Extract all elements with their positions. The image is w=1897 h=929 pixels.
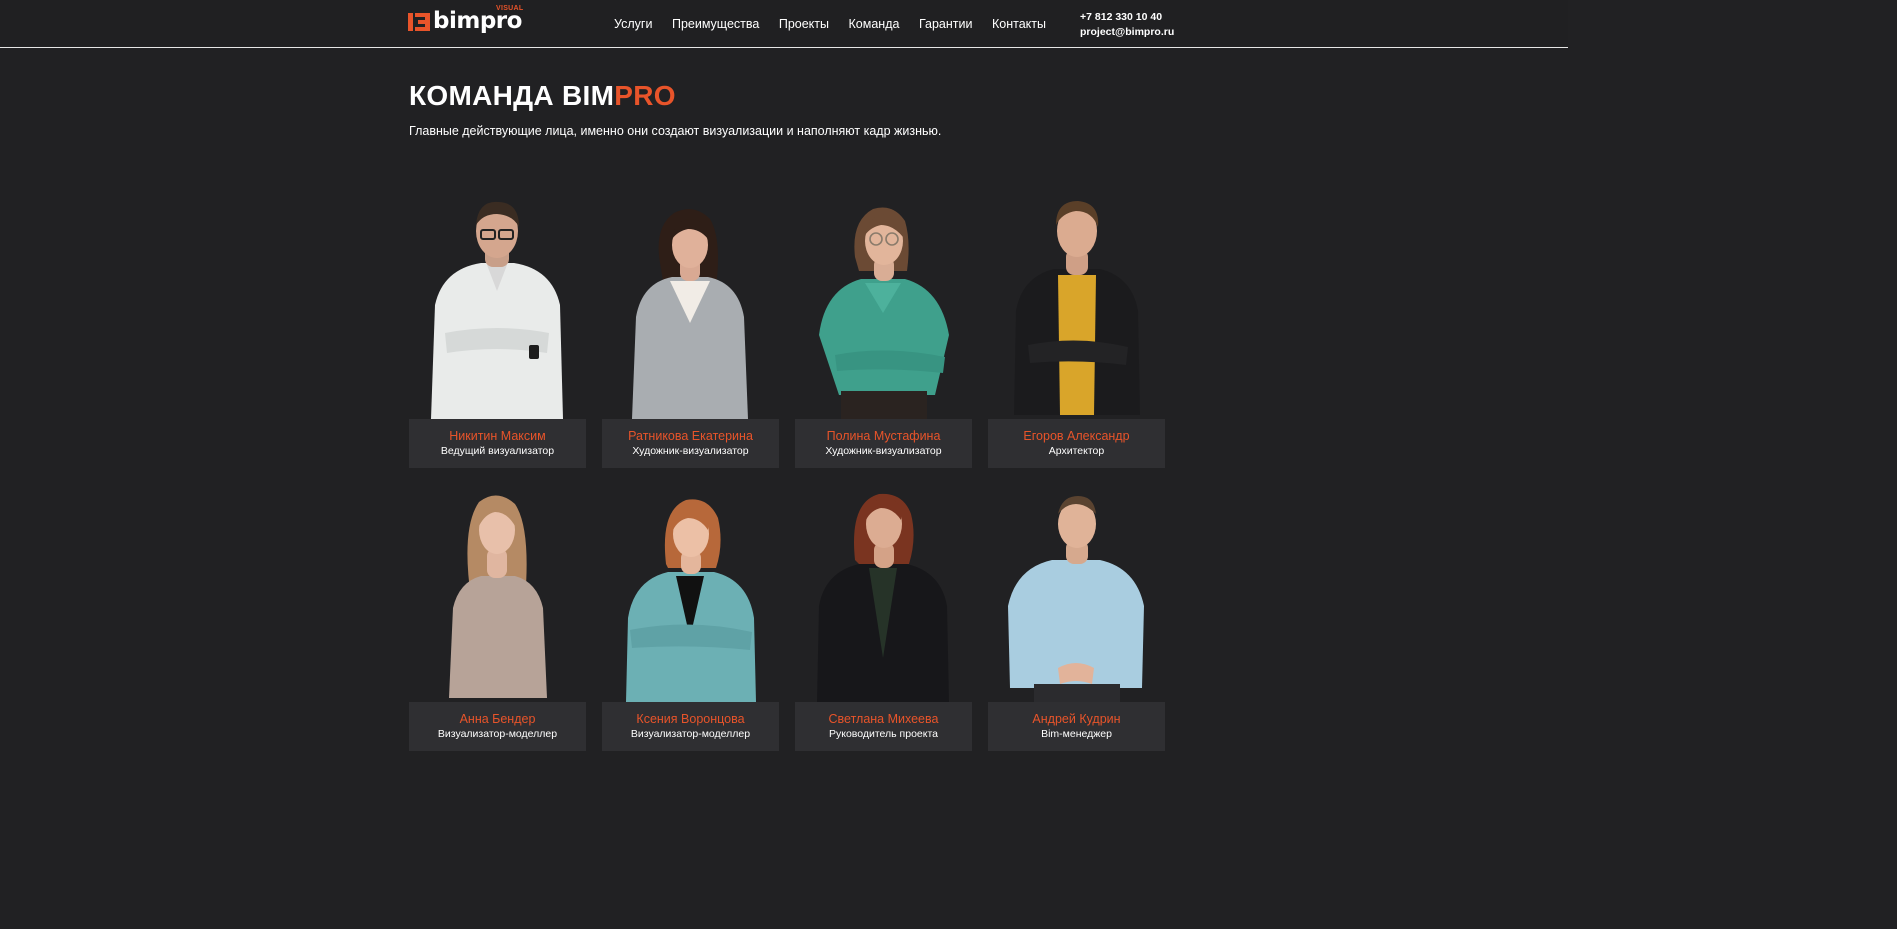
nav-link-advantages[interactable]: Преимущества — [672, 17, 759, 31]
person-name: Полина Мустафина — [826, 429, 941, 443]
person-info-plate: Ксения Воронцова Визуализатор-моделлер — [602, 702, 779, 751]
person-name: Анна Бендер — [459, 712, 536, 726]
person-role: Bim-менеджер — [1041, 728, 1112, 740]
person-name: Никитин Максим — [449, 429, 546, 443]
person-name: Ратникова Екатерина — [628, 429, 753, 443]
person-photo — [409, 195, 586, 419]
nav-link-projects[interactable]: Проекты — [779, 17, 829, 31]
person-role: Художник-визуализатор — [825, 445, 942, 457]
section-title-accent: PRO — [614, 80, 676, 111]
person-name: Светлана Михеева — [828, 712, 939, 726]
person-photo — [409, 488, 586, 702]
main-nav: Услуги Преимущества Проекты Команда Гара… — [614, 17, 1065, 31]
person-role: Визуализатор-моделлер — [630, 728, 751, 740]
person-photo — [988, 488, 1165, 702]
person-role: Архитектор — [1048, 445, 1105, 457]
person-name: Егоров Александр — [1023, 429, 1130, 443]
person-info-plate: Полина Мустафина Художник-визуализатор — [795, 419, 972, 468]
person-name: Андрей Кудрин — [1032, 712, 1121, 726]
logo-mark-icon — [408, 13, 430, 31]
logo-superscript: VISUAL — [496, 5, 524, 12]
header-contacts: +7 812 330 10 40 project@bimpro.ru — [1080, 10, 1174, 40]
person-info-plate: Егоров Александр Архитектор — [988, 419, 1165, 468]
section-title-main: КОМАНДА BIM — [409, 80, 615, 111]
person-role: Руководитель проекта — [828, 728, 938, 740]
person-info-plate: Никитин Максим Ведущий визуализатор — [409, 419, 586, 468]
section-title: КОМАНДА BIMPRO — [409, 79, 676, 113]
nav-link-guarantees[interactable]: Гарантии — [919, 17, 973, 31]
person-info-plate: Анна Бендер Визуализатор-моделлер — [409, 702, 586, 751]
person-info-plate: Светлана Михеева Руководитель проекта — [795, 702, 972, 751]
person-role: Ведущий визуализатор — [440, 445, 555, 457]
person-photo — [602, 195, 779, 419]
phone-link[interactable]: +7 812 330 10 40 — [1080, 10, 1174, 25]
person-name: Ксения Воронцова — [636, 712, 745, 726]
person-photo — [795, 195, 972, 419]
person-info-plate: Андрей Кудрин Bim-менеджер — [988, 702, 1165, 751]
bimpro-logo[interactable]: bimpro VISUAL — [408, 5, 523, 35]
person-role: Визуализатор-моделлер — [437, 728, 558, 740]
person-photo — [795, 488, 972, 702]
section-subtitle: Главные действующие лица, именно они соз… — [409, 124, 942, 138]
person-photo — [988, 195, 1165, 419]
email-link[interactable]: project@bimpro.ru — [1080, 25, 1174, 40]
nav-link-team[interactable]: Команда — [849, 17, 900, 31]
person-info-plate: Ратникова Екатерина Художник-визуализато… — [602, 419, 779, 468]
person-role: Художник-визуализатор — [632, 445, 749, 457]
person-photo — [602, 488, 779, 702]
site-header: bimpro VISUAL Услуги Преимущества Проект… — [0, 0, 1568, 48]
nav-link-contacts[interactable]: Контакты — [992, 17, 1046, 31]
nav-link-services[interactable]: Услуги — [614, 17, 652, 31]
